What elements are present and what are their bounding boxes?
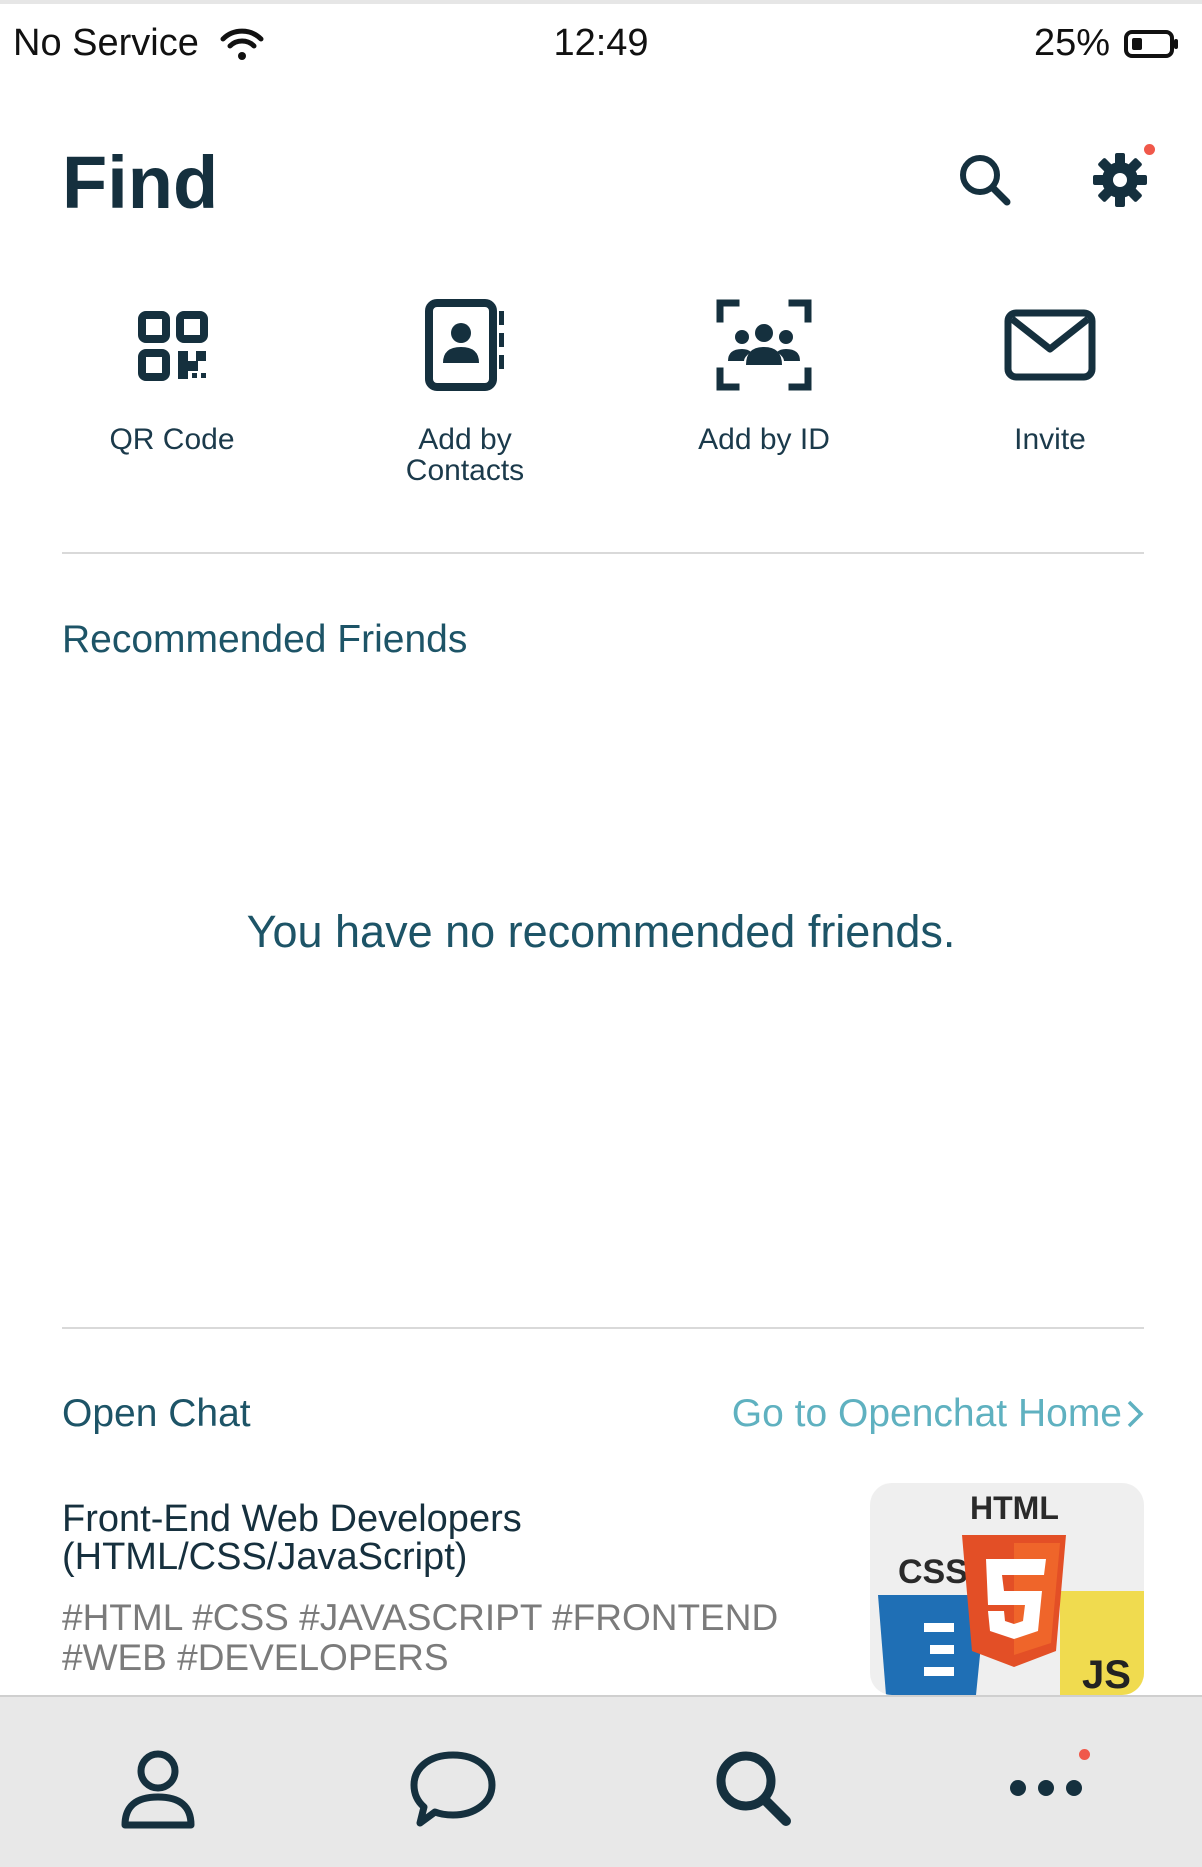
search-icon[interactable] [955,150,1015,210]
add-by-id-action[interactable]: Add by ID [644,295,884,455]
battery-percent: 25% [1033,22,1110,64]
status-right: 25% [1034,22,1180,65]
empty-state-message: You have no recommended friends. [246,906,956,957]
open-chat-item-tags: #HTML #CSS #JAVASCRIPT #FRONTEND #WEB #D… [62,1597,779,1678]
recommended-friends-title: Recommended Friends [62,618,468,661]
clock: 12:49 [553,22,649,64]
page-title: Find [62,141,219,224]
settings-badge [1144,144,1155,155]
add-by-contacts-action[interactable]: Add by Contacts [345,295,585,486]
divider-middle [62,1327,1144,1329]
qr-code-icon [138,311,208,381]
css-logo-text: CSS [898,1553,968,1591]
add-by-contacts-label: Add by Contacts [405,423,525,487]
divider-top [62,552,1144,554]
group-scan-icon [716,299,812,391]
search-icon[interactable] [710,1745,796,1831]
openchat-home-link[interactable]: Go to Openchat Home [732,1392,1144,1436]
quick-actions: QR Code Add by Contacts Add by ID Invite [52,295,1144,515]
open-chat-thumbnail: JS CSS HTML [870,1483,1144,1695]
envelope-icon [1004,309,1096,381]
add-by-id-label: Add by ID [698,423,830,456]
invite-action[interactable]: Invite [930,295,1170,455]
qr-code-action[interactable]: QR Code [52,295,292,455]
html-logo-text: HTML [970,1490,1059,1526]
js-logo-text: JS [1082,1653,1131,1695]
chevron-right-icon [1127,1400,1144,1428]
battery-icon [1124,29,1178,58]
person-icon[interactable] [115,1745,201,1831]
status-bar: No Service 12:49 25% [0,4,1202,88]
bottom-nav [0,1695,1202,1867]
invite-label: Invite [1014,423,1086,456]
more-badge [1079,1749,1090,1760]
gear-icon[interactable] [1090,150,1150,210]
open-chat-title: Open Chat [62,1392,251,1435]
openchat-home-label: Go to Openchat Home [731,1392,1122,1435]
open-chat-item-title: Front-End Web Developers (HTML/CSS/JavaS… [62,1498,522,1578]
more-dots-icon[interactable] [1003,1745,1089,1831]
qr-code-label: QR Code [109,423,235,456]
contacts-book-icon [425,299,504,391]
html-css-js-logo: JS CSS HTML [878,1490,1144,1695]
chat-bubble-icon[interactable] [410,1745,496,1831]
